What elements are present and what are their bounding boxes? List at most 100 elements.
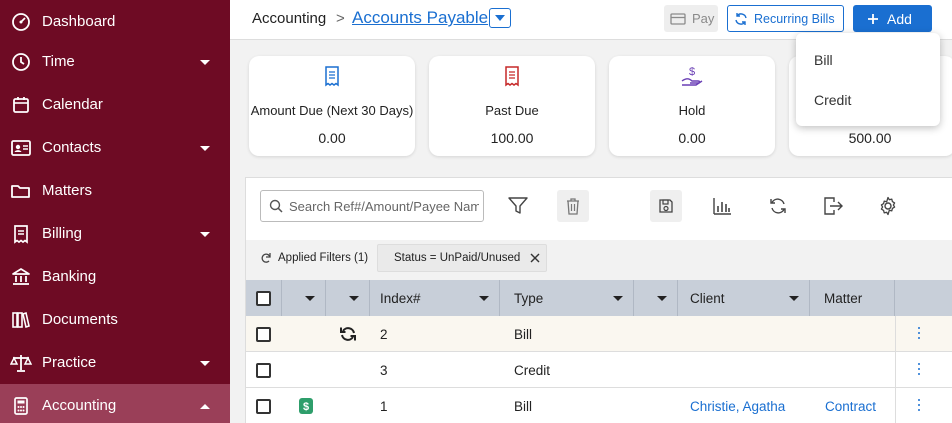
column-header-type[interactable]: Type	[500, 280, 634, 316]
hand-money-icon: $	[609, 65, 775, 87]
card-value: 100.00	[490, 130, 534, 146]
sidebar-item-matters[interactable]: Matters	[0, 169, 230, 212]
sidebar-item-calendar[interactable]: Calendar	[0, 83, 230, 126]
column-header-index[interactable]: Index#	[370, 280, 500, 316]
card-amount-due[interactable]: Amount Due (Next 30 Days) 0.00	[249, 56, 415, 156]
save-icon	[659, 199, 673, 213]
export-icon	[824, 197, 843, 215]
sidebar-item-label: Contacts	[42, 139, 102, 156]
breadcrumb-separator: >	[336, 10, 345, 27]
sidebar-item-accounting[interactable]: Accounting	[0, 384, 230, 423]
calendar-icon	[10, 94, 32, 116]
sidebar-item-label: Matters	[42, 182, 93, 199]
breadcrumb-current[interactable]: Accounts Payable	[352, 8, 488, 28]
scales-icon	[10, 352, 32, 374]
card-past-due[interactable]: Past Due 100.00	[429, 56, 595, 156]
card-label: Amount Due (Next 30 Days)	[250, 103, 414, 118]
row-menu-icon[interactable]	[918, 363, 922, 375]
row-menu-icon[interactable]	[918, 327, 922, 339]
recurring-bills-button[interactable]: Recurring Bills	[727, 5, 844, 32]
menu-item-bill[interactable]: Bill	[814, 52, 833, 68]
cell-index: 1	[380, 398, 388, 414]
chevron-down-icon	[349, 296, 359, 301]
column-menu-3[interactable]	[634, 280, 678, 316]
breadcrumb-root[interactable]: Accounting	[252, 10, 326, 27]
chevron-down-icon	[789, 296, 799, 301]
filter-icon	[508, 197, 528, 214]
chevron-down-icon[interactable]	[200, 59, 210, 65]
column-header-label: Client	[690, 290, 725, 306]
menu-item-credit[interactable]: Credit	[814, 92, 851, 108]
search-input[interactable]	[289, 196, 479, 216]
add-button[interactable]: Add	[853, 5, 932, 32]
export-button[interactable]	[817, 190, 849, 222]
row-checkbox[interactable]	[256, 326, 271, 342]
chart-button[interactable]	[706, 190, 738, 222]
row-menu-icon[interactable]	[918, 399, 922, 411]
cell-index: 3	[380, 362, 388, 378]
filter-chip-label: Status = UnPaid/Unused	[394, 252, 521, 264]
sidebar-item-banking[interactable]: Banking	[0, 255, 230, 298]
sidebar-item-contacts[interactable]: Contacts	[0, 126, 230, 169]
plus-icon	[868, 13, 878, 24]
select-all-checkbox[interactable]	[256, 290, 271, 306]
pay-button[interactable]: Pay	[664, 5, 718, 32]
column-menu-2[interactable]	[326, 280, 370, 316]
sidebar-item-label: Time	[42, 53, 75, 70]
refresh-icon	[261, 253, 271, 263]
column-header-label: Index#	[380, 290, 421, 306]
sidebar-item-documents[interactable]: Documents	[0, 298, 230, 341]
applied-filters-toggle[interactable]: Applied Filters (1)	[260, 252, 368, 264]
chevron-down-icon[interactable]	[200, 231, 210, 237]
chevron-down-icon	[479, 296, 489, 301]
table-row[interactable]: $ 1 Bill Christie, Agatha Contract	[246, 388, 952, 423]
recurring-bills-label: Recurring Bills	[754, 11, 835, 26]
save-view-button[interactable]	[650, 190, 682, 222]
chevron-down-icon[interactable]	[200, 360, 210, 366]
cell-type: Bill	[514, 326, 533, 342]
receipt-icon	[10, 223, 32, 245]
sidebar-item-billing[interactable]: Billing	[0, 212, 230, 255]
column-header-label: Matter	[824, 290, 863, 306]
contacts-icon	[10, 137, 32, 159]
cell-matter[interactable]: Contract	[825, 388, 876, 423]
svg-text:$: $	[303, 401, 309, 413]
column-header-matter[interactable]: Matter	[810, 280, 895, 316]
row-checkbox[interactable]	[256, 362, 271, 378]
chevron-down-icon[interactable]	[200, 145, 210, 151]
card-value: 0.00	[678, 130, 706, 146]
sidebar-item-practice[interactable]: Practice	[0, 341, 230, 384]
applied-filters-label: Applied Filters (1)	[278, 252, 369, 264]
cell-type: Bill	[514, 398, 533, 414]
search-box	[260, 190, 484, 222]
column-header-label: Type	[514, 290, 544, 306]
sidebar-item-dashboard[interactable]: Dashboard	[0, 0, 230, 43]
refresh-button[interactable]	[762, 190, 794, 222]
close-icon[interactable]	[530, 253, 540, 263]
search-icon	[269, 199, 283, 213]
sidebar-item-label: Documents	[42, 311, 118, 328]
filter-button[interactable]	[502, 190, 534, 222]
delete-button[interactable]	[557, 190, 589, 222]
card-hold[interactable]: $ Hold 0.00	[609, 56, 775, 156]
table-row[interactable]: 3 Credit	[246, 352, 952, 388]
refresh-icon	[770, 198, 786, 214]
card-value: 500.00	[848, 130, 892, 146]
column-header-client[interactable]: Client	[678, 280, 810, 316]
card-label: Past Due	[485, 103, 539, 118]
calculator-icon	[10, 395, 32, 417]
chevron-up-icon[interactable]	[200, 403, 210, 409]
cell-client[interactable]: Christie, Agatha	[690, 388, 785, 423]
receipt-icon	[249, 65, 415, 87]
table-row[interactable]: 2 Bill	[246, 316, 952, 352]
chevron-down-icon	[495, 15, 505, 21]
chevron-down-icon	[657, 296, 667, 301]
breadcrumb-dropdown-button[interactable]	[489, 8, 511, 28]
row-checkbox[interactable]	[256, 398, 271, 414]
bank-icon	[10, 266, 32, 288]
sidebar-item-time[interactable]: Time	[0, 40, 230, 83]
settings-button[interactable]	[872, 190, 904, 222]
bar-chart-icon	[713, 198, 731, 215]
cell-type: Credit	[514, 362, 551, 378]
column-menu-1[interactable]	[282, 280, 326, 316]
